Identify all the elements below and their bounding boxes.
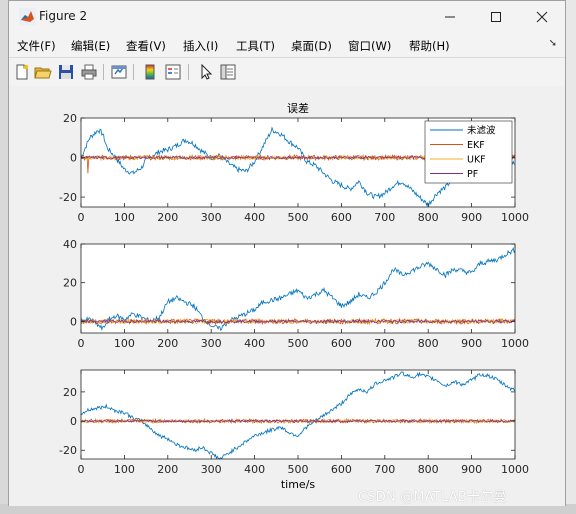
x-tick-label: 200 [157,211,178,224]
y-tick-label: 20 [63,386,77,399]
menu-window[interactable]: 窗口(W) [348,38,391,54]
y-tick-label: 0 [70,152,77,165]
x-tick-label: 600 [331,211,352,224]
x-tick-label: 400 [244,211,265,224]
y-tick-label: 20 [63,112,77,125]
x-tick-label: 0 [78,211,85,224]
x-tick-label: 300 [201,211,222,224]
y-tick-label: 0 [70,415,77,428]
menu-file[interactable]: 文件(F) [17,38,56,54]
x-tick-label: 800 [418,211,439,224]
toolbar-separator [103,64,104,80]
legend-entry: EKF [467,140,485,151]
link-icon[interactable] [110,63,128,81]
x-tick-label: 900 [461,211,482,224]
close-button[interactable] [519,1,565,33]
legend-entry: UKF [467,155,486,166]
subplot-1[interactable]: 0 100 200 300 400 500 600 700 800 900 1000-20020误差… [59,101,529,224]
x-tick-label: 900 [461,463,482,476]
x-tick-label: 800 [418,337,439,350]
x-tick-label: 100 [114,211,135,224]
x-axis-label: time/s [281,478,316,491]
close-icon [536,11,548,23]
x-tick-label: 100 [114,463,135,476]
menu-desktop[interactable]: 桌面(D) [291,38,332,54]
plots-svg: 0 100 200 300 400 500 600 700 800 900 1000-20020误差… [59,101,529,491]
figure-window: Figure 2 文件(F) 编辑(E) 查看(V) 插入(I) 工具(T) 桌… [8,0,566,506]
legend-entry: PF [467,169,478,180]
x-tick-label: 0 [78,463,85,476]
property-editor-icon[interactable] [219,63,237,81]
x-tick-label: 700 [374,463,395,476]
title-bar[interactable]: Figure 2 [9,1,565,33]
legend[interactable]: 未滤波 EKF UKF PF [424,120,513,184]
x-tick-label: 500 [288,463,309,476]
save-icon[interactable] [57,63,75,81]
y-tick-label: -20 [59,444,77,457]
menu-bar: 文件(F) 编辑(E) 查看(V) 插入(I) 工具(T) 桌面(D) 窗口(W… [9,33,565,57]
menu-edit[interactable]: 编辑(E) [71,38,110,54]
open-file-icon[interactable] [34,63,52,81]
x-tick-label: 300 [201,337,222,350]
x-tick-label: 200 [157,463,178,476]
x-tick-label: 0 [78,337,85,350]
x-tick-label: 1000 [501,463,529,476]
toolbar-separator [188,64,189,80]
pointer-icon[interactable] [197,63,215,81]
colorbar-icon[interactable] [141,63,159,81]
x-tick-label: 100 [114,337,135,350]
x-tick-label: 900 [461,337,482,350]
maximize-icon [491,12,501,22]
chart-title: 误差 [287,101,309,115]
menu-tools[interactable]: 工具(T) [236,38,275,54]
toolbar-separator [133,64,134,80]
axes-background [81,370,515,459]
x-tick-label: 800 [418,463,439,476]
csdn-watermark: CSDN @MATLAB卡尔曼 [358,490,507,505]
subplot-3[interactable]: 0 100 200 300 400 500 600 700 800 900 1000-20020ti… [59,369,529,491]
y-tick-label: 20 [63,277,77,290]
menu-insert[interactable]: 插入(I) [183,38,218,54]
x-tick-label: 200 [157,337,178,350]
toolbar [9,57,565,87]
x-tick-label: 1000 [501,337,529,350]
menu-help[interactable]: 帮助(H) [409,38,450,54]
x-tick-label: 1000 [501,211,529,224]
menu-dock-arrow-icon[interactable]: ➘ [549,38,557,49]
x-tick-label: 400 [244,337,265,350]
x-tick-label: 400 [244,463,265,476]
x-tick-label: 700 [374,211,395,224]
y-tick-label: 0 [70,315,77,328]
window-title: Figure 2 [39,9,88,23]
maximize-button[interactable] [473,1,519,33]
x-tick-label: 600 [331,463,352,476]
print-icon[interactable] [80,63,98,81]
y-tick-label: -20 [59,191,77,204]
x-tick-label: 700 [374,337,395,350]
x-tick-label: 300 [201,463,222,476]
x-tick-label: 500 [288,211,309,224]
x-tick-label: 500 [288,337,309,350]
subplot-2[interactable]: 0 100 200 300 400 500 600 700 800 900 1000 0 20 40 [63,238,529,350]
figure-canvas: 0 100 200 300 400 500 600 700 800 900 1000 -20 0 20 误差… [9,86,565,506]
legend-entry: 未滤波 [467,125,496,137]
menu-view[interactable]: 查看(V) [126,38,166,54]
minimize-icon [445,16,455,18]
legend-icon[interactable] [164,63,182,81]
y-tick-label: 40 [63,238,77,251]
minimize-button[interactable] [427,1,473,33]
x-tick-label: 600 [331,337,352,350]
new-figure-icon[interactable] [13,63,31,81]
matlab-logo-icon [19,8,36,25]
